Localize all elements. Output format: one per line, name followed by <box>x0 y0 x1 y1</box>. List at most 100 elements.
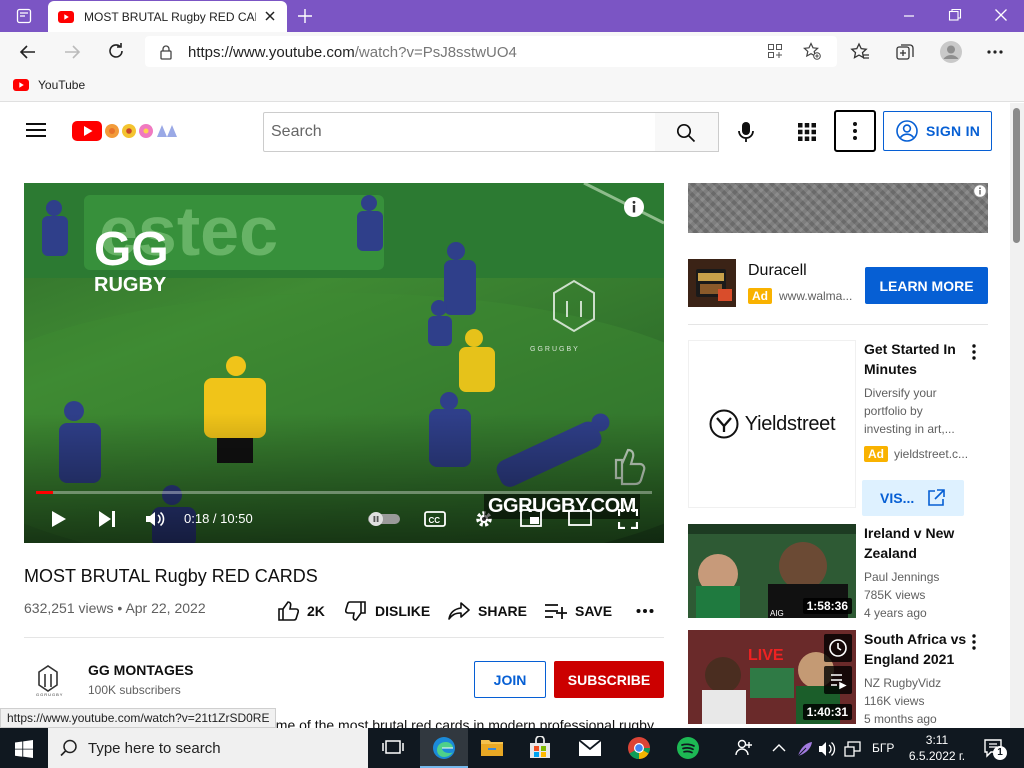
share-button[interactable]: SHARE <box>448 600 527 622</box>
thumbs-up-icon <box>277 601 299 621</box>
tab-actions-icon[interactable] <box>16 8 32 24</box>
save-button[interactable]: SAVE <box>545 600 612 622</box>
profile-avatar-icon[interactable] <box>939 40 963 64</box>
fullscreen-icon[interactable] <box>618 509 638 529</box>
video-title-line2[interactable]: England 2021 <box>864 649 954 669</box>
collections-icon[interactable] <box>895 42 915 62</box>
autoplay-toggle[interactable] <box>368 511 400 527</box>
video-title-line1[interactable]: South Africa vs <box>864 629 966 649</box>
learn-more-button[interactable]: LEARN MORE <box>865 267 988 304</box>
back-icon[interactable] <box>18 42 38 62</box>
miniplayer-icon[interactable] <box>520 509 542 527</box>
lock-icon[interactable] <box>159 44 173 60</box>
yieldstreet-title-line1[interactable]: Get Started In <box>864 339 956 359</box>
refresh-icon[interactable] <box>106 41 126 61</box>
duracell-ad-thumbnail[interactable] <box>688 259 736 307</box>
people-icon[interactable] <box>734 738 754 758</box>
join-button[interactable]: JOIN <box>474 661 546 698</box>
taskbar-search-box[interactable]: Type here to search <box>48 728 368 768</box>
watermark-gg: GG <box>94 223 169 276</box>
video-player[interactable]: estec GG RUGBY GGRUGBY 0:18 / 10:50 CC G… <box>24 183 664 543</box>
video-title-line2[interactable]: Zealand <box>864 543 917 563</box>
add-to-queue-icon[interactable] <box>824 666 852 694</box>
close-tab-icon[interactable] <box>263 9 277 23</box>
chrome-icon[interactable] <box>627 736 651 760</box>
ad-info-icon[interactable] <box>973 184 987 198</box>
more-actions-button[interactable] <box>636 600 654 622</box>
search-input[interactable]: Search <box>263 112 656 152</box>
subscribe-button[interactable]: SUBSCRIBE <box>554 661 664 698</box>
sign-in-button[interactable]: SIGN IN <box>883 111 992 151</box>
windows-start-icon[interactable] <box>15 740 33 758</box>
yieldstreet-title-line2[interactable]: Minutes <box>864 359 917 379</box>
video-info-icon[interactable] <box>623 196 645 218</box>
url-text: https://www.youtube.com/watch?v=PsJ8sstw… <box>188 44 517 61</box>
captions-icon[interactable]: CC <box>424 510 446 528</box>
watch-later-icon[interactable] <box>824 634 852 662</box>
next-icon[interactable] <box>98 510 116 528</box>
video-more-icon[interactable] <box>972 634 976 650</box>
bookmark-label: YouTube <box>38 78 86 92</box>
hamburger-menu-icon[interactable] <box>26 122 46 138</box>
channel-name[interactable]: GG MONTAGES <box>88 662 194 678</box>
edge-taskbar-button[interactable] <box>420 728 468 768</box>
browser-menu-icon[interactable] <box>986 49 1004 55</box>
restore-icon[interactable] <box>948 8 962 22</box>
visit-site-button[interactable]: VIS... <box>862 480 964 516</box>
duracell-brand[interactable]: Duracell <box>748 262 807 280</box>
play-icon[interactable] <box>50 510 68 528</box>
forward-icon[interactable] <box>62 42 82 62</box>
notifications-icon[interactable]: 1 <box>983 738 1007 760</box>
file-explorer-icon[interactable] <box>480 736 504 758</box>
youtube-logo[interactable] <box>72 120 180 142</box>
url-host: https://www.youtube.com <box>188 44 355 61</box>
apps-grid-icon[interactable] <box>798 123 816 141</box>
channel-avatar[interactable]: GGRUGBY <box>24 656 72 704</box>
theater-mode-icon[interactable] <box>568 509 592 527</box>
task-view-icon[interactable] <box>382 736 404 758</box>
bookmark-youtube[interactable]: YouTube <box>13 78 85 92</box>
search-button[interactable] <box>655 112 719 152</box>
ad-banner[interactable] <box>688 183 988 233</box>
network-icon[interactable] <box>844 740 862 758</box>
input-language[interactable]: БГР <box>872 741 894 755</box>
minimize-icon[interactable] <box>902 9 916 23</box>
favorites-icon[interactable] <box>850 42 870 62</box>
volume-icon[interactable] <box>145 509 165 529</box>
browser-tab-active[interactable]: MOST BRUTAL Rugby RED CARDS <box>48 1 287 32</box>
scrollbar-thumb[interactable] <box>1013 108 1020 243</box>
voice-search-icon[interactable] <box>737 121 755 143</box>
svg-text:GGRUGBY: GGRUGBY <box>36 692 63 697</box>
duracell-domain: www.walma... <box>779 289 853 303</box>
new-tab-icon[interactable] <box>296 7 314 25</box>
bookmarks-bar: YouTube <box>0 72 1024 102</box>
yieldstreet-more-icon[interactable] <box>972 344 976 360</box>
yieldstreet-ad-thumbnail[interactable]: Yieldstreet <box>688 340 856 508</box>
browser-title-bar: MOST BRUTAL Rugby RED CARDS <box>0 0 1024 32</box>
video-thumbnail-ireland-nz[interactable]: AIG 1:58:36 <box>688 524 856 618</box>
video-channel[interactable]: Paul Jennings <box>864 568 939 586</box>
microsoft-store-icon[interactable] <box>528 736 552 760</box>
show-hidden-icons-icon[interactable] <box>772 743 786 753</box>
video-channel[interactable]: NZ RugbyVidz <box>864 674 941 692</box>
like-button[interactable]: 2K <box>277 600 325 622</box>
volume-tray-icon[interactable] <box>818 740 836 758</box>
address-bar[interactable]: https://www.youtube.com/watch?v=PsJ8sstw… <box>145 36 837 67</box>
svg-text:AIG: AIG <box>770 609 784 618</box>
dislike-label: DISLIKE <box>375 603 431 619</box>
system-clock[interactable]: 3:11 6.5.2022 г. <box>902 732 972 764</box>
mail-icon[interactable] <box>578 738 602 758</box>
windows-taskbar: Type here to search БГР 3:11 6.5.2022 г. <box>0 728 1024 768</box>
video-thumbnail-sa-england[interactable]: LIVE 1:40:31 <box>688 630 856 724</box>
dislike-button[interactable]: DISLIKE <box>345 600 430 622</box>
pen-feather-icon[interactable] <box>796 740 814 758</box>
upload-date: Apr 22, 2022 <box>125 600 206 616</box>
video-duration: 1:58:36 <box>802 598 852 614</box>
close-window-icon[interactable] <box>994 8 1008 22</box>
search-placeholder: Search <box>271 123 322 140</box>
add-favorite-icon[interactable] <box>803 42 821 60</box>
spotify-icon[interactable] <box>676 736 700 760</box>
video-title-line1[interactable]: Ireland v New <box>864 523 954 543</box>
app-available-icon[interactable] <box>767 43 783 59</box>
settings-more-button[interactable] <box>834 110 876 152</box>
